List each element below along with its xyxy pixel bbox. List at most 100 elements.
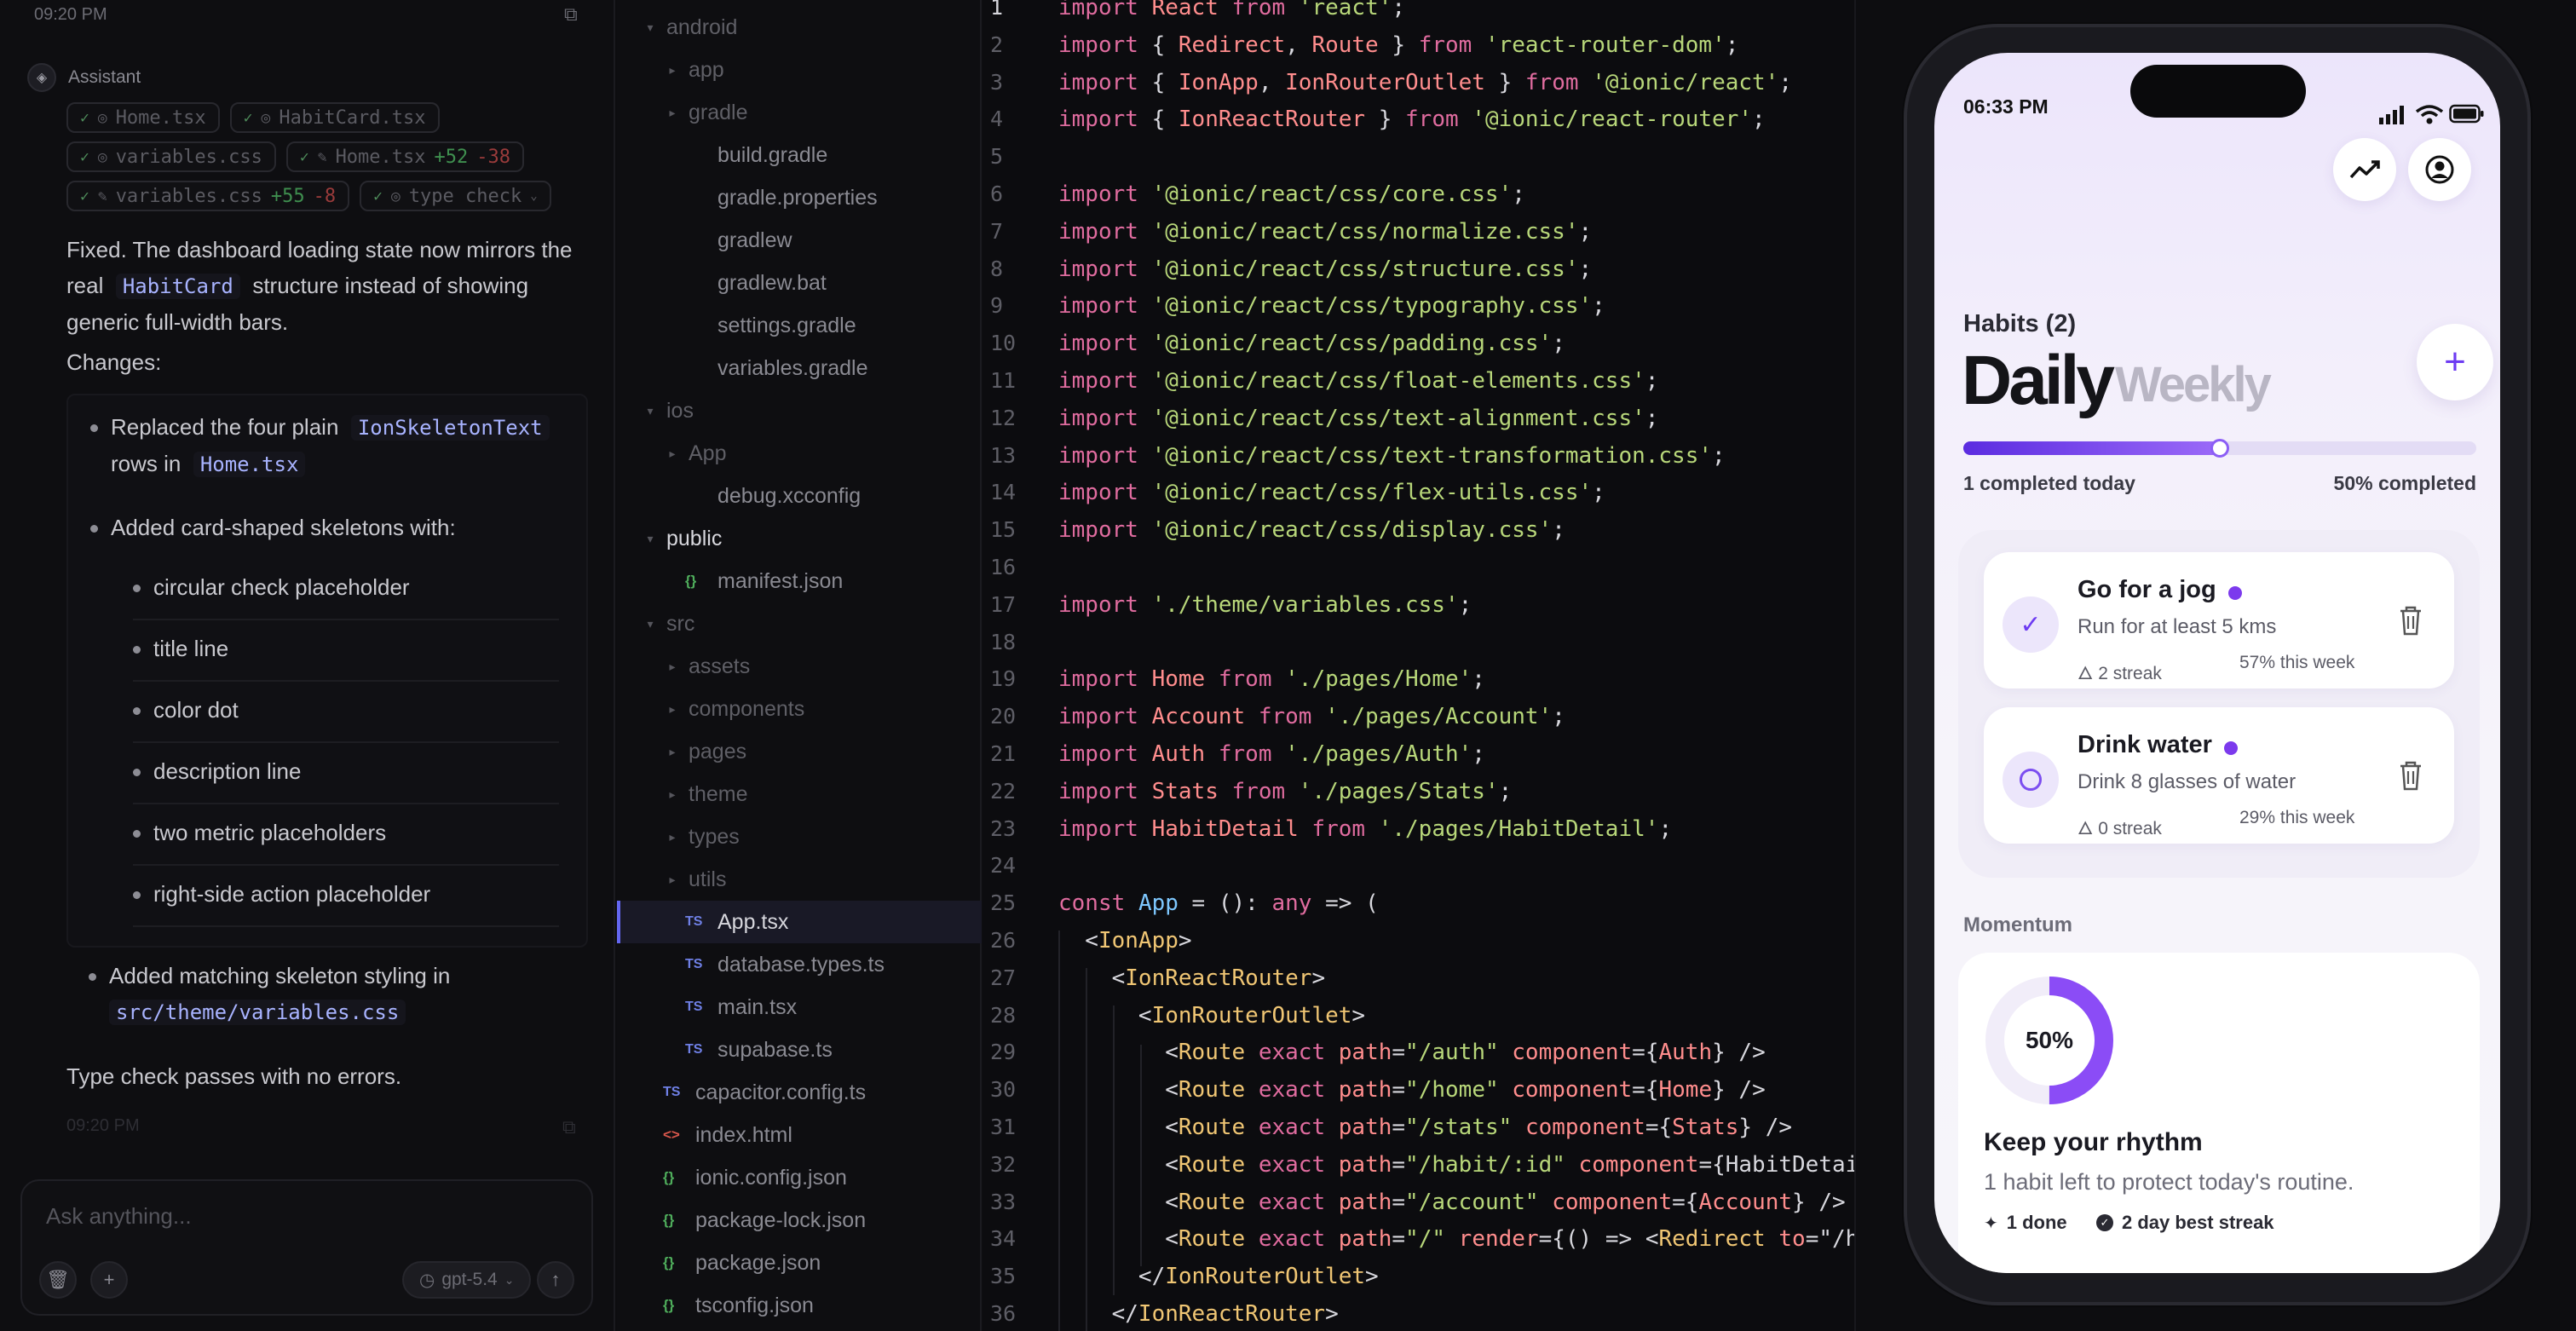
tab-weekly[interactable]: Weekly: [2115, 356, 2272, 413]
tree-item-gradle-properties[interactable]: gradle.properties: [617, 176, 982, 219]
code-line[interactable]: import '@ionic/react/css/structure.css';: [1058, 256, 1592, 282]
code-line[interactable]: <Route exact path="/habit/:id" component…: [1058, 1152, 1854, 1178]
tree-item-ionic-config-json[interactable]: {} ionic.config.json: [617, 1156, 982, 1199]
tree-item-database-types-ts[interactable]: TS database.types.ts: [617, 943, 982, 986]
line-number: 4: [990, 107, 1004, 132]
tool-chip[interactable]: ✓ ◎ Home.tsx: [66, 102, 220, 133]
code-editor[interactable]: 1 import React from 'react'; 2 import { Red…: [983, 0, 1856, 1331]
code-line[interactable]: <Route exact path="/home" component={Hom…: [1058, 1077, 1766, 1103]
account-button[interactable]: [2408, 138, 2471, 201]
habit-uncheck-button[interactable]: [2003, 752, 2059, 808]
tree-item-package-lock-json[interactable]: {} package-lock.json: [617, 1199, 982, 1242]
code-line[interactable]: <Route exact path="/account" component={…: [1058, 1190, 1845, 1215]
trash-icon[interactable]: [2398, 758, 2423, 792]
tree-item-gradlew-bat[interactable]: gradlew.bat: [617, 262, 982, 304]
tree-item-assets[interactable]: ▸ assets: [617, 645, 982, 688]
code-line[interactable]: import { Redirect, Route } from 'react-r…: [1058, 32, 1738, 58]
code-line[interactable]: import Auth from './pages/Auth';: [1058, 741, 1485, 767]
code-line[interactable]: import '@ionic/react/css/text-transforma…: [1058, 443, 1726, 469]
tree-item-gradle[interactable]: ▸ gradle: [617, 91, 982, 134]
habit-card[interactable]: Drink water Drink 8 glasses of water 🜂 0…: [1984, 707, 2454, 844]
daily-progress-bar: [1963, 439, 2476, 458]
tree-item-android[interactable]: ▾ android: [617, 6, 982, 49]
tree-item-supabase-ts[interactable]: TS supabase.ts: [617, 1028, 982, 1071]
code-line[interactable]: import './theme/variables.css';: [1058, 592, 1472, 618]
tree-item-manifest-json[interactable]: {} manifest.json: [617, 560, 982, 602]
tree-item-gradlew[interactable]: gradlew: [617, 219, 982, 262]
code-line[interactable]: <Route exact path="/" render={() => <Red…: [1058, 1226, 1854, 1252]
tree-item-src[interactable]: ▾ src: [617, 602, 982, 645]
code-line[interactable]: import Stats from './pages/Stats';: [1058, 779, 1512, 804]
tree-item-app-tsx[interactable]: TS App.tsx: [617, 901, 982, 943]
code-line[interactable]: import '@ionic/react/css/float-elements.…: [1058, 368, 1658, 394]
tree-item-debug-xcconfig[interactable]: debug.xcconfig: [617, 475, 982, 517]
code-line[interactable]: import '@ionic/react/css/typography.css'…: [1058, 293, 1605, 319]
tree-item-label: types: [689, 824, 740, 849]
tool-chip[interactable]: ✓ ◎ HabitCard.tsx: [229, 102, 440, 133]
line-number: 18: [990, 629, 1017, 654]
tree-item-label: build.gradle: [717, 142, 828, 167]
code-line[interactable]: import Account from './pages/Account';: [1058, 704, 1565, 729]
code-line[interactable]: import { IonApp, IonRouterOutlet } from …: [1058, 70, 1792, 95]
code-line[interactable]: import '@ionic/react/css/normalize.css';: [1058, 219, 1592, 245]
tree-item-label: src: [666, 611, 695, 636]
tree-item-package-json[interactable]: {} package.json: [617, 1242, 982, 1284]
sub-list-item: two metric placeholders: [153, 820, 387, 845]
tab-daily[interactable]: Daily: [1962, 341, 2115, 421]
message-timestamp: 09:20 PM: [34, 5, 107, 24]
habit-card[interactable]: ✓ Go for a jog Run for at least 5 kms 🜂 …: [1984, 552, 2454, 689]
code-line[interactable]: import Home from './pages/Home';: [1058, 666, 1485, 692]
tool-chip[interactable]: ✓ ✎ Home.tsx +52 -38: [285, 141, 525, 172]
code-line[interactable]: const App = (): any => (: [1058, 890, 1379, 916]
add-icon[interactable]: +: [90, 1261, 128, 1299]
copy-icon[interactable]: ⧉: [562, 1116, 576, 1138]
tree-item-theme[interactable]: ▸ theme: [617, 773, 982, 815]
check-icon: ✓: [299, 147, 309, 166]
tool-chip[interactable]: ✓ ◎ type check ⌄: [360, 181, 551, 211]
chat-input-box[interactable]: Ask anything... 🗑 + ◷ gpt-5.4 ⌄ ↑: [20, 1179, 593, 1316]
code-line[interactable]: <Route exact path="/stats" component={St…: [1058, 1115, 1792, 1140]
tree-item-settings-gradle[interactable]: settings.gradle: [617, 304, 982, 347]
habit-check-button[interactable]: ✓: [2003, 596, 2059, 653]
tool-chip[interactable]: ✓ ✎ variables.css +55 -8: [66, 181, 350, 211]
tree-item-components[interactable]: ▸ components: [617, 688, 982, 730]
tree-item-app[interactable]: ▸ App: [617, 432, 982, 475]
copy-icon[interactable]: ⧉: [564, 3, 585, 26]
tree-item-capacitor-config-ts[interactable]: TS capacitor.config.ts: [617, 1071, 982, 1114]
edit-icon: ✎: [97, 187, 107, 205]
trash-icon[interactable]: [2398, 603, 2423, 637]
code-line[interactable]: import React from 'react';: [1058, 0, 1405, 20]
model-selector[interactable]: ◷ gpt-5.4 ⌄: [402, 1261, 532, 1299]
add-habit-button[interactable]: +: [2417, 324, 2493, 400]
tree-item-build-gradle[interactable]: build.gradle: [617, 134, 982, 176]
chat-input[interactable]: Ask anything...: [46, 1203, 192, 1230]
tree-item-tsconfig-json[interactable]: {} tsconfig.json: [617, 1284, 982, 1327]
code-line[interactable]: <IonRouterOutlet>: [1058, 1003, 1365, 1028]
tree-item-ios[interactable]: ▾ ios: [617, 389, 982, 432]
code-line[interactable]: </IonRouterOutlet>: [1058, 1264, 1379, 1289]
tool-chip[interactable]: ✓ ◎ variables.css: [66, 141, 276, 172]
tree-item-main-tsx[interactable]: TS main.tsx: [617, 986, 982, 1028]
code-line[interactable]: import '@ionic/react/css/display.css';: [1058, 517, 1565, 543]
code-line[interactable]: import '@ionic/react/css/padding.css';: [1058, 331, 1565, 356]
code-line[interactable]: <IonReactRouter>: [1058, 965, 1325, 991]
code-line[interactable]: <Route exact path="/auth" component={Aut…: [1058, 1040, 1766, 1065]
code-line[interactable]: import '@ionic/react/css/core.css';: [1058, 182, 1525, 207]
tree-item-app[interactable]: ▸ app: [617, 49, 982, 91]
send-arrow-icon[interactable]: ↑: [537, 1261, 574, 1299]
tree-item-pages[interactable]: ▸ pages: [617, 730, 982, 773]
code-line[interactable]: import HabitDetail from './pages/HabitDe…: [1058, 816, 1672, 842]
code-line[interactable]: <IonApp>: [1058, 928, 1191, 954]
tree-item-public[interactable]: ▾ public: [617, 517, 982, 560]
code-line[interactable]: </IonReactRouter>: [1058, 1301, 1339, 1327]
code-line[interactable]: import '@ionic/react/css/text-alignment.…: [1058, 406, 1658, 431]
stats-button[interactable]: [2333, 138, 2396, 201]
tree-item-utils[interactable]: ▸ utils: [617, 858, 982, 901]
trash-icon[interactable]: 🗑: [39, 1261, 77, 1299]
tree-item-types[interactable]: ▸ types: [617, 815, 982, 858]
code-line[interactable]: import '@ionic/react/css/flex-utils.css'…: [1058, 480, 1605, 505]
tree-item-label: supabase.ts: [717, 1037, 833, 1062]
tree-item-index-html[interactable]: <> index.html: [617, 1114, 982, 1156]
tree-item-variables-gradle[interactable]: variables.gradle: [617, 347, 982, 389]
code-line[interactable]: import { IonReactRouter } from '@ionic/r…: [1058, 107, 1766, 132]
